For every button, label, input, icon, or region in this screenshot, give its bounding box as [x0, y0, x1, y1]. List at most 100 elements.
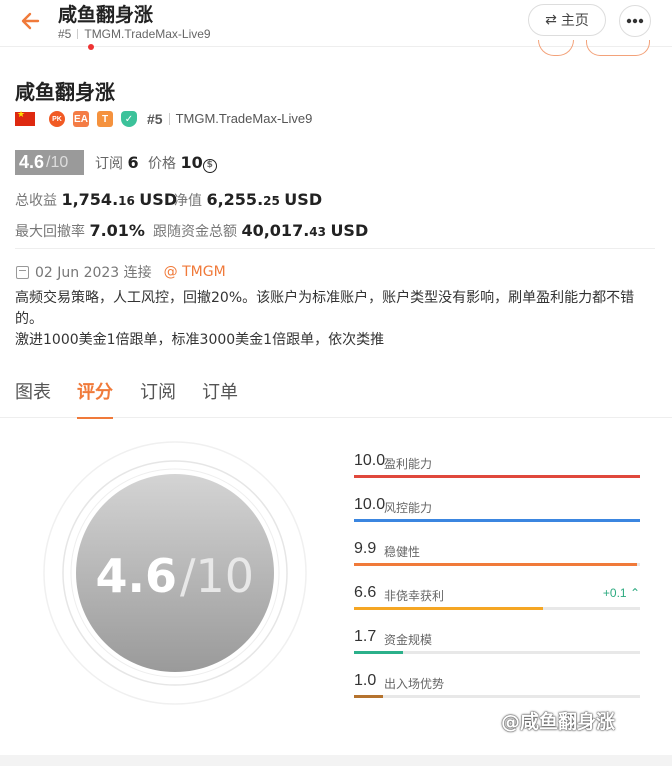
rating-label: 风控能力 — [384, 501, 433, 515]
total-profit-decimal: 16 — [118, 194, 135, 208]
scrolled-pill-button — [586, 40, 650, 56]
score-denominator: /10 — [46, 153, 69, 171]
home-button-label: 主页 — [560, 13, 589, 29]
tab-chart[interactable]: 图表 — [15, 378, 51, 418]
more-options-button[interactable] — [619, 5, 651, 37]
rating-fill — [354, 695, 383, 698]
rating-list: 10.0 盈利能力 10.0 风控能力 9.9 稳健性 6.6 非侥幸获利 +0.1 ⌃ 1.7 资… — [354, 450, 640, 714]
equity-label: 净值 — [174, 193, 202, 209]
equity-decimal: 25 — [263, 194, 280, 208]
rating-fill — [354, 607, 543, 610]
follow-funds-unit: USD — [330, 221, 369, 240]
rating-fill — [354, 651, 403, 654]
rating-track — [354, 607, 640, 610]
rating-value: 10.0 — [354, 496, 386, 513]
rating-row: 1.7 资金规模 — [354, 626, 640, 670]
total-profit-unit: USD — [139, 190, 178, 209]
header-server: TMGM.TradeMax-Live9 — [84, 27, 211, 41]
max-drawdown-value: 7.01% — [89, 221, 145, 240]
total-profit-main: 1,754. — [61, 190, 119, 209]
rating-fill — [354, 519, 640, 522]
description-line-2: 激进1000美金1倍跟单，标准3000美金1倍跟单，依次类推 — [15, 332, 385, 348]
badge-row: ★ PK EA T ✓ #5 TMGM.TradeMax-Live9 — [15, 109, 312, 129]
connection-date: 02 Jun 2023 连接 — [35, 265, 152, 281]
equity-unit: USD — [284, 190, 323, 209]
follow-funds-label: 跟随资金总额 — [153, 224, 237, 240]
connection-date-row: 02 Jun 2023 连接 @ TMGM — [16, 262, 226, 282]
section-divider — [15, 248, 655, 249]
ea-badge-icon: EA — [73, 111, 89, 127]
price: 价格 10 $ — [148, 153, 217, 173]
rating-label: 盈利能力 — [384, 457, 433, 471]
trader-rank: #5 — [147, 111, 163, 127]
rating-value: 1.0 — [354, 672, 377, 689]
rating-row: 9.9 稳健性 — [354, 538, 640, 582]
strategy-description: 高频交易策略，人工风控，回撤20%。该账户为标准账户，账户类型没有影响，刷单盈利… — [15, 288, 660, 351]
rating-row: 10.0 风控能力 — [354, 494, 640, 538]
score-value: 4.6 — [19, 152, 45, 172]
rating-label: 出入场优势 — [384, 677, 445, 691]
trader-name: 咸鱼翻身涨 — [15, 80, 115, 104]
page-title: 咸鱼翻身涨 — [58, 4, 154, 26]
max-drawdown-label: 最大回撤率 — [15, 224, 85, 240]
rating-row: 6.6 非侥幸获利 +0.1 ⌃ — [354, 582, 640, 626]
tab-subscribe[interactable]: 订阅 — [140, 378, 176, 418]
broker-link[interactable]: @ TMGM — [164, 264, 226, 280]
follow-funds: 跟随资金总额 40,017.43 USD — [153, 221, 368, 241]
rating-gauge: 4.6 /10 — [43, 441, 307, 705]
pk-badge-icon: PK — [49, 111, 65, 127]
equity: 净值 6,255.25 USD — [174, 190, 322, 210]
max-drawdown: 最大回撤率 7.01% — [15, 221, 145, 241]
rating-track — [354, 519, 640, 522]
china-flag-icon: ★ — [15, 109, 35, 126]
rating-track — [354, 695, 640, 698]
header-subtitle: #5 TMGM.TradeMax-Live9 — [58, 27, 211, 41]
t-badge-icon: T — [97, 111, 113, 127]
rating-label: 非侥幸获利 — [384, 589, 445, 603]
back-arrow-icon[interactable] — [18, 6, 48, 36]
home-button[interactable]: ⇄ 主页 — [528, 4, 606, 36]
rating-fill — [354, 475, 640, 478]
rating-delta-value: +0.1 — [602, 586, 627, 600]
rating-track — [354, 563, 640, 566]
follow-funds-main: 40,017. — [241, 221, 310, 240]
bottom-band — [0, 755, 672, 766]
subscriptions-label: 订阅 — [95, 156, 123, 172]
subscriptions-value: 6 — [127, 153, 139, 172]
rating-value: 10.0 — [354, 452, 386, 469]
price-label: 价格 — [148, 156, 176, 172]
equity-main: 6,255. — [206, 190, 264, 209]
swap-icon: ⇄ — [545, 12, 557, 28]
scrolled-badge-dot — [88, 44, 94, 50]
rating-fill — [354, 563, 638, 566]
watermark: @咸鱼翻身涨 — [501, 711, 616, 733]
tab-orders[interactable]: 订单 — [202, 378, 238, 418]
tab-bar: 图表 评分 订阅 订单 — [0, 378, 672, 419]
rating-track — [354, 475, 640, 478]
rating-delta: +0.1 ⌃ — [603, 586, 640, 600]
rating-value: 1.7 — [354, 628, 377, 645]
coin-icon: $ — [202, 159, 217, 173]
rating-label: 稳健性 — [384, 545, 421, 559]
header-rank: #5 — [58, 27, 72, 41]
follow-funds-decimal: 43 — [309, 225, 326, 239]
ellipsis-icon — [626, 18, 644, 24]
gauge-denominator: /10 — [180, 549, 254, 603]
rating-track — [354, 651, 640, 654]
trader-server: TMGM.TradeMax-Live9 — [168, 112, 312, 125]
rating-value: 6.6 — [354, 584, 377, 601]
gauge-score: 4.6 — [96, 549, 178, 603]
rating-value: 9.9 — [354, 540, 377, 557]
description-line-1: 高频交易策略，人工风控，回撤20%。该账户为标准账户，账户类型没有影响，刷单盈利… — [15, 290, 635, 327]
verified-shield-icon: ✓ — [121, 111, 137, 127]
subscriptions: 订阅 6 — [95, 153, 139, 173]
score-badge: 4.6/10 — [15, 150, 84, 175]
chevron-up-icon: ⌃ — [629, 586, 640, 600]
total-profit: 总收益 1,754.16 USD — [15, 190, 177, 210]
price-value: 10 — [180, 153, 203, 172]
rating-row: 10.0 盈利能力 — [354, 450, 640, 494]
rating-label: 资金规模 — [384, 633, 433, 647]
tab-rating[interactable]: 评分 — [77, 378, 113, 419]
calendar-icon — [16, 265, 29, 279]
total-profit-label: 总收益 — [15, 193, 57, 209]
